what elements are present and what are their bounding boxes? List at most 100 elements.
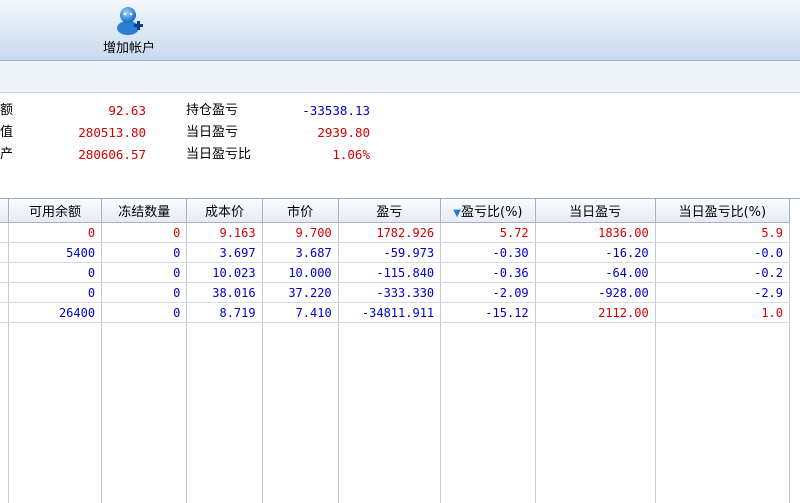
- table-cell: 8.719: [187, 303, 262, 323]
- column-header-label: 盈亏比(%): [461, 205, 523, 220]
- column-header-8[interactable]: 当日盈亏比(%): [655, 199, 789, 223]
- account-summary: 额 92.63 值 280513.80 产 280606.57 持仓盈亏 -33…: [0, 96, 800, 191]
- table-cell: 38.016: [187, 283, 262, 303]
- positions-table: 可用余额冻结数量成本价市价盈亏▼盈亏比(%)当日盈亏当日盈亏比(%) 009.1…: [0, 199, 790, 503]
- table-cell: 0: [102, 303, 187, 323]
- table-cell: 10.023: [187, 263, 262, 283]
- table-cell: -0.0: [655, 243, 789, 263]
- table-cell: -0.36: [441, 263, 536, 283]
- table-cell: 37.220: [262, 283, 338, 303]
- table-cell: 0: [8, 223, 101, 243]
- table-cell: 5400: [8, 243, 101, 263]
- column-header-label: 冻结数量: [118, 205, 170, 220]
- table-cell: 3.687: [262, 243, 338, 263]
- table-cell: 1782.926: [338, 223, 440, 243]
- table-row[interactable]: 2640008.7197.410-34811.911-15.122112.001…: [0, 303, 790, 323]
- column-header-1[interactable]: 可用余额: [8, 199, 101, 223]
- table-body: 009.1639.7001782.9265.721836.005.9540003…: [0, 223, 790, 503]
- positions-grid: 可用余额冻结数量成本价市价盈亏▼盈亏比(%)当日盈亏当日盈亏比(%) 009.1…: [0, 198, 800, 501]
- summary-label-total-assets: 产: [0, 144, 13, 166]
- table-cell: -928.00: [535, 283, 655, 303]
- table-cell: -2.9: [655, 283, 789, 303]
- table-empty-cell: [338, 323, 440, 503]
- table-filler-row: [0, 323, 790, 503]
- table-cell: 0: [102, 223, 187, 243]
- table-cell: [0, 263, 8, 283]
- table-cell: 9.163: [187, 223, 262, 243]
- table-cell: [0, 303, 8, 323]
- summary-label-daily-pnl: 当日盈亏: [186, 122, 238, 144]
- summary-label-position-pnl: 持仓盈亏: [186, 100, 238, 122]
- table-empty-cell: [187, 323, 262, 503]
- table-cell: 3.697: [187, 243, 262, 263]
- table-header: 可用余额 冻结数量 成本价 市价 盈亏 ▼盈亏比(%) 当日盈亏 当日盈亏比(%): [0, 199, 790, 223]
- table-row[interactable]: 009.1639.7001782.9265.721836.005.9: [0, 223, 790, 243]
- table-cell: -333.330: [338, 283, 440, 303]
- summary-value-daily-pnl: 2939.80: [280, 122, 370, 144]
- table-cell: 0: [102, 283, 187, 303]
- column-header-label: 盈亏: [376, 205, 402, 220]
- table-cell: 1836.00: [535, 223, 655, 243]
- table-cell: -115.840: [338, 263, 440, 283]
- column-header-label: 当日盈亏比(%): [679, 205, 767, 220]
- column-header-6[interactable]: ▼盈亏比(%): [441, 199, 536, 223]
- table-row[interactable]: 540003.6973.687-59.973-0.30-16.20-0.0: [0, 243, 790, 263]
- table-empty-cell: [0, 323, 8, 503]
- summary-label-market-value: 值: [0, 122, 13, 144]
- table-cell: [0, 223, 8, 243]
- table-cell: 0: [102, 243, 187, 263]
- column-header-label: 市价: [287, 205, 313, 220]
- table-cell: 2112.00: [535, 303, 655, 323]
- column-header-4[interactable]: 市价: [262, 199, 338, 223]
- table-cell: -0.30: [441, 243, 536, 263]
- summary-value-position-pnl: -33538.13: [280, 100, 370, 122]
- summary-value-market-value: 280513.80: [30, 122, 146, 144]
- column-header-2[interactable]: 冻结数量: [102, 199, 187, 223]
- table-cell: 26400: [8, 303, 101, 323]
- table-cell: 0: [102, 263, 187, 283]
- table-empty-cell: [8, 323, 101, 503]
- summary-label-balance: 额: [0, 100, 13, 122]
- column-header-0[interactable]: [0, 199, 8, 223]
- table-cell: -0.2: [655, 263, 789, 283]
- table-cell: -64.00: [535, 263, 655, 283]
- summary-value-balance: 92.63: [30, 100, 146, 122]
- sort-desc-icon: ▼: [453, 208, 461, 219]
- column-header-label: 当日盈亏: [569, 205, 621, 220]
- table-row[interactable]: 0010.02310.000-115.840-0.36-64.00-0.2: [0, 263, 790, 283]
- separator-band: [0, 61, 800, 93]
- table-cell: 0: [8, 263, 101, 283]
- table-cell: [0, 283, 8, 303]
- table-cell: 9.700: [262, 223, 338, 243]
- table-empty-cell: [441, 323, 536, 503]
- column-header-3[interactable]: 成本价: [187, 199, 262, 223]
- table-cell: 1.0: [655, 303, 789, 323]
- table-empty-cell: [102, 323, 187, 503]
- table-cell: -2.09: [441, 283, 536, 303]
- table-cell: 5.72: [441, 223, 536, 243]
- summary-value-daily-pnl-ratio: 1.06%: [280, 144, 370, 166]
- table-empty-cell: [262, 323, 338, 503]
- table-cell: -16.20: [535, 243, 655, 263]
- table-cell: 0: [8, 283, 101, 303]
- column-header-label: 可用余额: [29, 205, 81, 220]
- table-cell: -15.12: [441, 303, 536, 323]
- table-empty-cell: [535, 323, 655, 503]
- table-empty-cell: [655, 323, 789, 503]
- summary-label-daily-pnl-ratio: 当日盈亏比: [186, 144, 251, 166]
- add-account-button[interactable]: 增加帐户: [96, 4, 162, 56]
- table-cell: [0, 243, 8, 263]
- table-cell: 7.410: [262, 303, 338, 323]
- table-cell: -59.973: [338, 243, 440, 263]
- column-header-5[interactable]: 盈亏: [338, 199, 440, 223]
- column-header-7[interactable]: 当日盈亏: [535, 199, 655, 223]
- table-cell: 10.000: [262, 263, 338, 283]
- summary-value-total-assets: 280606.57: [30, 144, 146, 166]
- table-row[interactable]: 0038.01637.220-333.330-2.09-928.00-2.9: [0, 283, 790, 303]
- column-header-label: 成本价: [205, 205, 244, 220]
- toolbar: 增加帐户: [0, 0, 800, 61]
- table-cell: 5.9: [655, 223, 789, 243]
- table-cell: -34811.911: [338, 303, 440, 323]
- add-account-label: 增加帐户: [96, 37, 162, 56]
- user-add-icon: [114, 4, 144, 36]
